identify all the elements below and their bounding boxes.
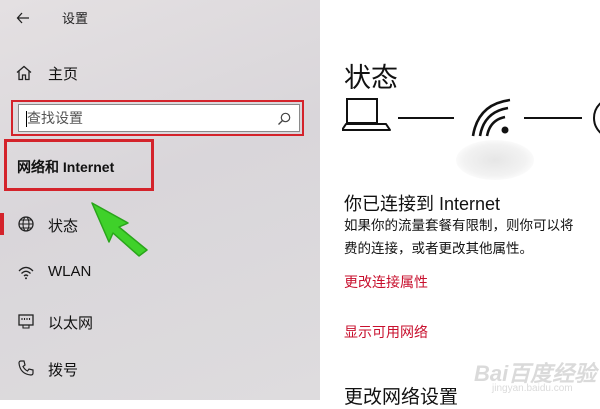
search-field[interactable] [18,104,300,132]
phone-icon [18,360,34,376]
search-input[interactable] [27,108,267,128]
back-arrow-icon [16,12,29,24]
sidebar-item-home[interactable]: 主页 [14,62,78,84]
sidebar-item-label: 主页 [48,65,79,83]
sidebar-item-ethernet[interactable]: 以太网 [0,308,320,334]
selection-indicator [0,213,4,235]
search-icon[interactable] [276,111,292,127]
annotation-pointer-arrow-icon [91,202,148,257]
wifi-icon [18,266,34,280]
section-title: 网络和 Internet [17,159,115,175]
change-connection-properties-link[interactable]: 更改连接属性 [344,272,428,292]
section-heading-change-network-settings: 更改网络设置 [344,387,459,408]
connection-status-title: 你已连接到 Internet [344,194,501,214]
globe-icon [18,216,34,232]
main-content: 状态 你已连接到 Internet 如果你的流量套餐有限制，则你可以将 费的连接… [320,0,600,408]
window-title: 设置 [62,11,89,26]
back-button[interactable] [14,8,34,28]
wifi-signal-icon [471,98,511,137]
sidebar-item-label: 状态 [48,218,79,235]
annotation-highlight-section: 网络和 Internet [4,139,154,191]
connection-description: 如果你的流量套餐有限制，则你可以将 费的连接，或者更改其他属性。 [344,214,600,260]
watermark-url: jingyan.baidu.com [492,383,573,394]
home-icon [16,65,32,81]
text-caret [26,111,27,127]
sidebar-item-status[interactable]: 状态 [0,211,320,237]
sidebar-item-label: 拨号 [48,362,79,379]
network-status-diagram [342,98,600,137]
sidebar-item-label: 以太网 [48,315,94,332]
ethernet-icon [18,314,34,329]
sidebar-item-dialup[interactable]: 拨号 [0,355,320,381]
blurred-network-name [456,140,534,180]
laptop-icon [342,98,391,131]
description-line: 费的连接，或者更改其他属性。 [344,241,533,256]
show-available-networks-link[interactable]: 显示可用网络 [344,322,428,342]
page-title: 状态 [344,63,398,93]
sidebar-item-label: WLAN [48,263,92,280]
description-line: 如果你的流量套餐有限制，则你可以将 [344,218,574,233]
sidebar: 设置 主页 网络和 Internet 状态 [0,0,320,400]
globe-icon [593,102,600,134]
sidebar-item-wlan[interactable]: WLAN [0,259,320,285]
baidu-watermark-logo: Bai百度经验 jingyan.baidu.com [474,354,596,398]
